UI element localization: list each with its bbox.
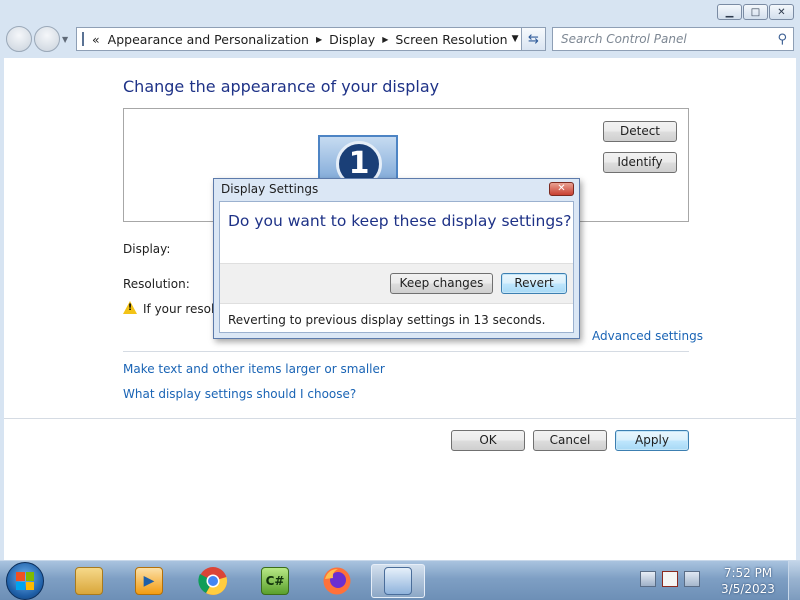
warning-icon: !	[123, 301, 137, 314]
keep-changes-button[interactable]: Keep changes	[390, 273, 493, 294]
taskbar: ▶ C# 7:52 PM 3/5/2023	[0, 560, 800, 600]
minimize-button[interactable]: ▁	[717, 4, 742, 20]
back-button[interactable]	[6, 26, 32, 52]
close-button[interactable]: ✕	[769, 4, 794, 20]
dialog-question: Do you want to keep these display settin…	[228, 212, 572, 230]
control-panel-taskbar-button[interactable]	[371, 564, 425, 598]
folder-icon	[75, 567, 103, 595]
firefox-taskbar-button[interactable]	[310, 564, 364, 598]
page-title: Change the appearance of your display	[123, 77, 440, 96]
text-size-link[interactable]: Make text and other items larger or smal…	[123, 362, 385, 376]
volume-icon[interactable]	[684, 571, 700, 587]
countdown-text: Reverting to previous display settings i…	[228, 313, 546, 327]
show-desktop-button[interactable]	[788, 561, 800, 600]
search-placeholder: Search Control Panel	[561, 32, 687, 46]
dialog-body: Do you want to keep these display settin…	[219, 201, 574, 333]
window-caption-buttons: ▁ □ ✕	[717, 4, 794, 20]
clock-date: 3/5/2023	[721, 582, 775, 596]
address-bar[interactable]: « Appearance and Personalization ▶ Displ…	[76, 27, 522, 51]
breadcrumb-arrow-icon[interactable]: ▶	[316, 35, 322, 44]
file-explorer-taskbar-button[interactable]	[62, 564, 116, 598]
dialog-button-band: Keep changes Revert	[220, 263, 573, 304]
csharp-ide-taskbar-button[interactable]: C#	[248, 564, 302, 598]
media-player-taskbar-button[interactable]: ▶	[122, 564, 176, 598]
revert-button[interactable]: Revert	[501, 273, 567, 294]
search-icon[interactable]: ⚲	[777, 32, 787, 47]
network-icon[interactable]	[640, 571, 656, 587]
search-input[interactable]: Search Control Panel ⚲	[552, 27, 794, 51]
chrome-taskbar-button[interactable]	[186, 564, 240, 598]
display-label: Display:	[123, 242, 171, 256]
address-dropdown-icon[interactable]: ▼	[512, 34, 519, 44]
chrome-icon	[198, 567, 228, 595]
start-button[interactable]	[6, 562, 44, 600]
resolution-label: Resolution:	[123, 277, 190, 291]
breadcrumb-display[interactable]: Display	[329, 32, 375, 47]
control-panel-icon	[82, 32, 84, 46]
display-settings-dialog: Display Settings ✕ Do you want to keep t…	[213, 178, 580, 339]
breadcrumb-arrow-icon[interactable]: ▶	[382, 35, 388, 44]
advanced-settings-link[interactable]: Advanced settings	[592, 329, 703, 343]
taskbar-clock[interactable]: 7:52 PM 3/5/2023	[712, 565, 784, 597]
refresh-icon[interactable]: ⇆	[522, 27, 546, 51]
action-center-flag-icon[interactable]	[662, 571, 678, 587]
media-player-icon: ▶	[135, 567, 163, 595]
breadcrumb-appearance[interactable]: Appearance and Personalization	[108, 32, 309, 47]
breadcrumb-overflow[interactable]: «	[92, 32, 100, 47]
maximize-button[interactable]: □	[743, 4, 768, 20]
display-help-link[interactable]: What display settings should I choose?	[123, 387, 356, 401]
clock-time: 7:52 PM	[723, 566, 773, 580]
forward-button[interactable]	[34, 26, 60, 52]
footer-divider	[4, 418, 796, 419]
ok-button[interactable]: OK	[451, 430, 525, 451]
firefox-icon	[323, 567, 351, 595]
cancel-button[interactable]: Cancel	[533, 430, 607, 451]
resolution-warning-text: If your resolu	[143, 302, 222, 316]
identify-button[interactable]: Identify	[603, 152, 677, 173]
csharp-icon: C#	[261, 567, 289, 595]
breadcrumb-screen-resolution[interactable]: Screen Resolution	[395, 32, 507, 47]
windows-logo-icon	[16, 572, 34, 590]
navigation-bar: ▼ « Appearance and Personalization ▶ Dis…	[0, 22, 800, 56]
detect-button[interactable]: Detect	[603, 121, 677, 142]
system-tray	[640, 571, 700, 587]
apply-button[interactable]: Apply	[615, 430, 689, 451]
display-settings-icon	[384, 567, 412, 595]
dialog-close-icon[interactable]: ✕	[549, 182, 574, 196]
divider	[123, 351, 689, 352]
dialog-title: Display Settings	[221, 182, 319, 196]
recent-pages-dropdown-icon[interactable]: ▼	[62, 35, 68, 44]
